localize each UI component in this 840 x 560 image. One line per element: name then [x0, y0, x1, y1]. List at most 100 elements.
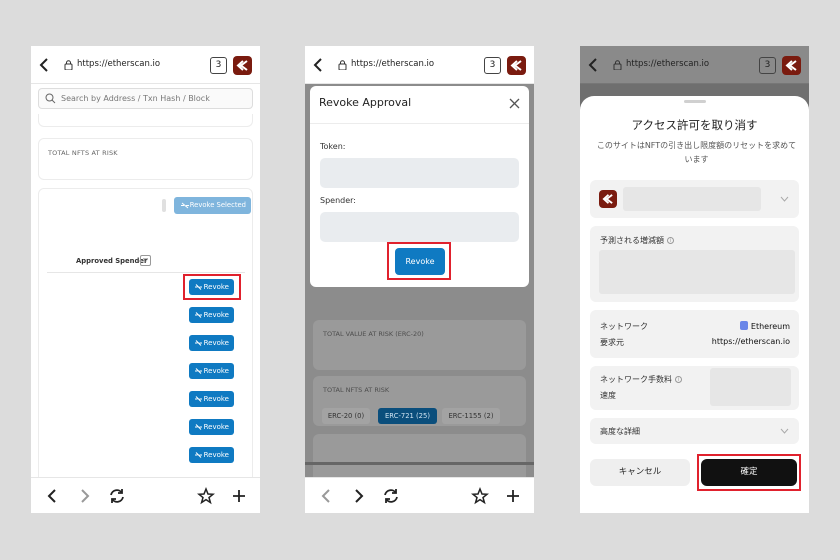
filter-icon[interactable]: ▽ — [140, 255, 151, 266]
spender-field — [320, 212, 519, 242]
url-text[interactable]: https://etherscan.io — [626, 59, 709, 69]
scroll-tab — [162, 199, 166, 212]
fee-label: ネットワーク手数料 i — [600, 374, 682, 385]
phone-screen-wallet-confirm: https://etherscan.io 3 アクセス許可を取り消す このサイト… — [580, 46, 809, 513]
unlink-icon — [195, 452, 202, 458]
unlink-icon — [195, 424, 202, 430]
tab-erc721[interactable]: ERC-721 (25) — [378, 408, 437, 424]
new-tab-plus-icon[interactable] — [503, 486, 523, 506]
revoke-button-5[interactable]: Revoke — [189, 391, 234, 407]
total-nfts-label: TOTAL NFTS AT RISK — [48, 149, 118, 157]
modal-divider — [310, 123, 529, 124]
fee-value — [710, 368, 791, 406]
back-arrow-icon[interactable] — [37, 57, 51, 73]
search-placeholder: Search by Address / Txn Hash / Block — [61, 94, 210, 103]
revoke-button-4[interactable]: Revoke — [189, 363, 234, 379]
tab-count-button[interactable]: 3 — [759, 57, 776, 74]
highlight-box — [387, 242, 451, 280]
search-icon — [45, 93, 56, 104]
sheet-subtitle: このサイトはNFTの引き出し限度額のリセットを求めています — [596, 141, 797, 164]
tab-erc1155[interactable]: ERC-1155 (2) — [442, 408, 500, 424]
token-name-field — [623, 187, 761, 211]
nav-forward-icon[interactable] — [349, 486, 369, 506]
advanced-label: 高度な詳細 — [600, 427, 640, 436]
estimated-change-text: 予測される増減額 — [600, 236, 664, 245]
revoke-label: Revoke — [203, 395, 229, 403]
total-value-card: TOTAL VALUE AT RISK (ERC-20) — [313, 320, 526, 370]
lock-icon — [338, 60, 347, 70]
highlight-box — [697, 454, 801, 491]
unlink-icon — [195, 368, 202, 374]
new-tab-plus-icon[interactable] — [229, 486, 249, 506]
url-text[interactable]: https://etherscan.io — [351, 59, 434, 69]
wallet-app-icon[interactable] — [507, 56, 526, 75]
summary-card-top — [38, 114, 253, 127]
revoke-selected-button[interactable]: Revoke Selected — [174, 197, 251, 214]
refresh-icon[interactable] — [107, 486, 127, 506]
browser-bottom-bar — [305, 477, 534, 513]
info-icon[interactable]: i — [675, 376, 682, 383]
bookmark-star-icon[interactable] — [470, 486, 490, 506]
revoke-button-2[interactable]: Revoke — [189, 307, 234, 323]
revoke-label: Revoke — [203, 451, 229, 459]
revoke-button-7[interactable]: Revoke — [189, 447, 234, 463]
unlink-icon — [195, 312, 202, 318]
search-input[interactable]: Search by Address / Txn Hash / Block — [38, 88, 253, 109]
browser-url-bar: https://etherscan.io 3 — [31, 46, 260, 84]
estimated-change-label: 予測される増減額 i — [600, 235, 674, 246]
unlink-icon — [195, 340, 202, 346]
sheet-handle[interactable] — [684, 100, 706, 103]
highlight-box — [183, 274, 241, 300]
total-value-label: TOTAL VALUE AT RISK (ERC-20) — [323, 330, 424, 338]
advanced-details-row[interactable]: 高度な詳細 — [590, 418, 799, 444]
lock-icon — [64, 60, 73, 70]
wallet-app-icon[interactable] — [233, 56, 252, 75]
token-icon — [599, 190, 617, 208]
browser-bottom-bar — [31, 477, 260, 513]
url-text[interactable]: https://etherscan.io — [77, 59, 160, 69]
network-fee-box: ネットワーク手数料 i 速度 — [590, 366, 799, 410]
revoke-button-6[interactable]: Revoke — [189, 419, 234, 435]
fee-label-text: ネットワーク手数料 — [600, 375, 672, 384]
close-icon[interactable] — [509, 98, 520, 109]
cancel-button[interactable]: キャンセル — [590, 459, 690, 486]
network-name: Ethereum — [750, 322, 790, 331]
browser-url-bar: https://etherscan.io 3 — [580, 46, 809, 84]
tab-erc20[interactable]: ERC-20 (0) — [322, 408, 370, 424]
refresh-icon[interactable] — [381, 486, 401, 506]
back-arrow-icon[interactable] — [311, 57, 325, 73]
revoke-label: Revoke — [203, 423, 229, 431]
phone-screen-approvals: https://etherscan.io 3 Search by Address… — [31, 46, 260, 513]
approved-spender-header: Approved Spender — [76, 257, 148, 265]
revoke-label: Revoke — [203, 311, 229, 319]
total-nfts-card: TOTAL NFTS AT RISK — [38, 138, 253, 180]
revoke-label: Revoke — [203, 367, 229, 375]
back-arrow-icon[interactable] — [586, 57, 600, 73]
chevron-down-icon — [780, 428, 789, 434]
revoke-button-3[interactable]: Revoke — [189, 335, 234, 351]
sheet-title: アクセス許可を取り消す — [631, 118, 758, 132]
spender-label: Spender: — [320, 196, 356, 205]
nav-back-icon[interactable] — [316, 486, 336, 506]
bookmark-star-icon[interactable] — [196, 486, 216, 506]
revoke-label: Revoke — [203, 339, 229, 347]
modal-title: Revoke Approval — [319, 96, 412, 109]
estimated-change-value — [599, 250, 795, 294]
token-field — [320, 158, 519, 188]
unlink-icon — [181, 202, 189, 209]
requester-label: 要求元 — [600, 338, 624, 347]
revoke-selected-label: Revoke Selected — [189, 201, 246, 209]
unlink-icon — [195, 396, 202, 402]
chevron-down-icon — [780, 196, 789, 202]
requester-value: https://etherscan.io — [711, 337, 790, 346]
tab-count-button[interactable]: 3 — [484, 57, 501, 74]
network-label: ネットワーク — [600, 322, 648, 331]
wallet-app-icon[interactable] — [782, 56, 801, 75]
nav-back-icon[interactable] — [42, 486, 62, 506]
token-selector[interactable] — [590, 180, 799, 218]
tab-count-button[interactable]: 3 — [210, 57, 227, 74]
nav-forward-icon[interactable] — [75, 486, 95, 506]
total-nfts-label: TOTAL NFTS AT RISK — [323, 386, 390, 394]
info-icon[interactable]: i — [667, 237, 674, 244]
browser-url-bar: https://etherscan.io 3 — [305, 46, 534, 84]
